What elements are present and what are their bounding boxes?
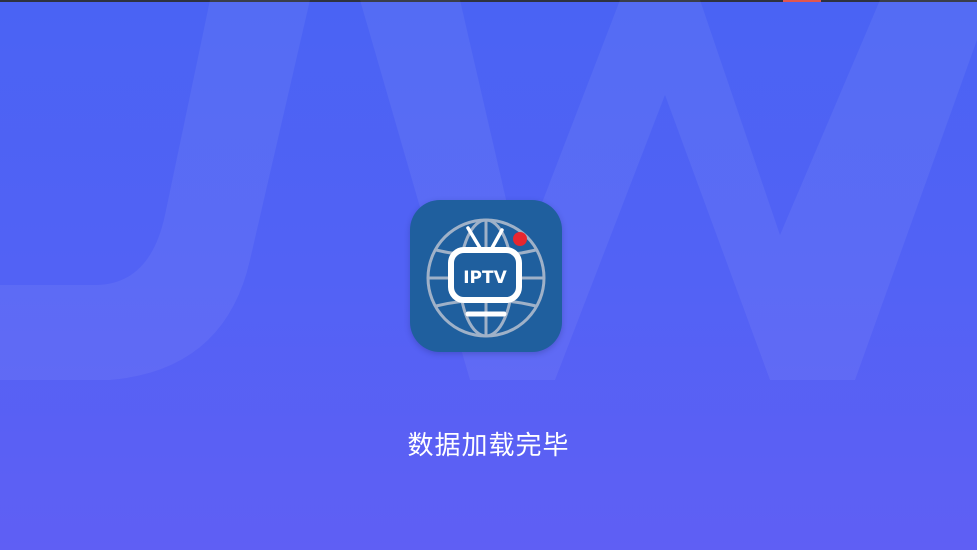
iptv-app-icon: IPTV bbox=[410, 200, 562, 352]
loading-status-text: 数据加载完毕 bbox=[407, 431, 570, 461]
iptv-icon-text: IPTV bbox=[463, 268, 507, 288]
